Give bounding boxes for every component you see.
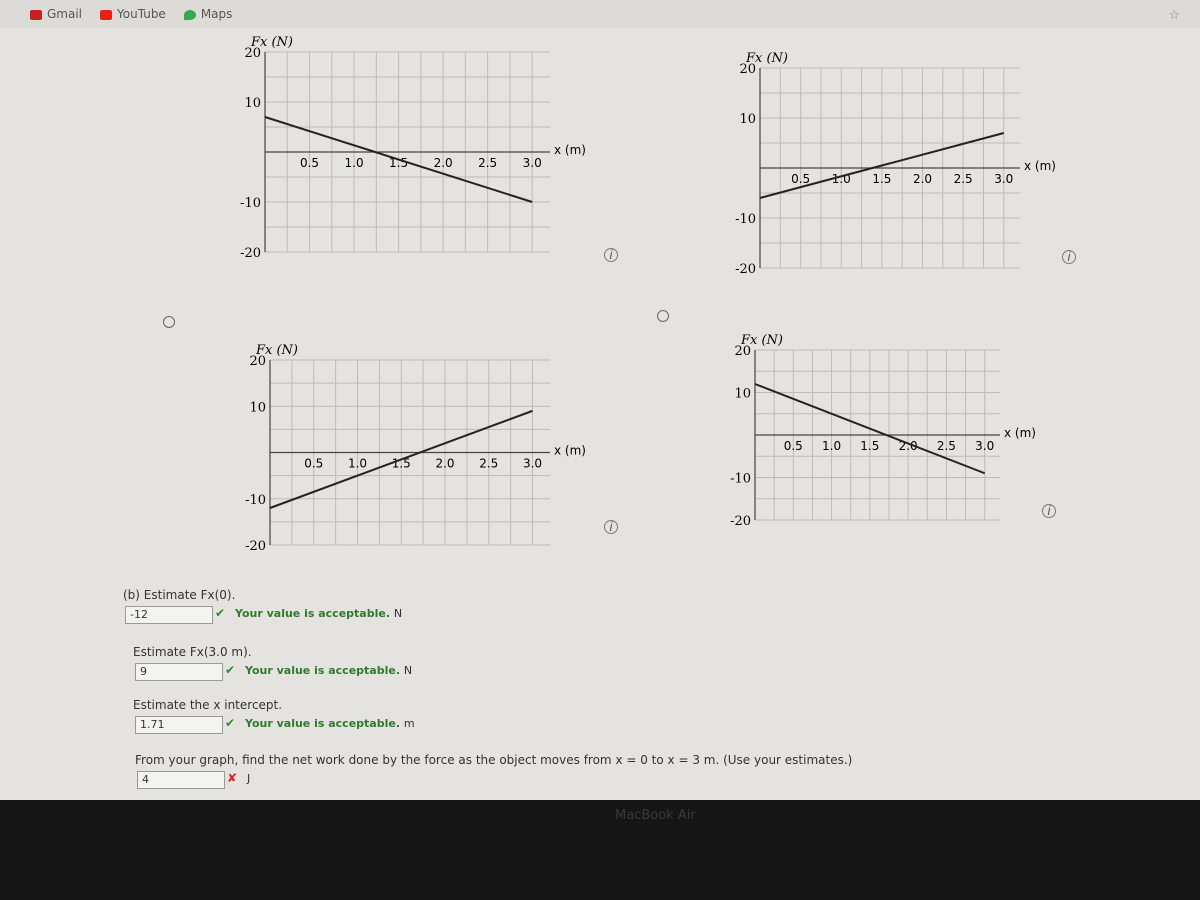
feedback: Your value is acceptable. N (245, 664, 412, 677)
x-axis-label: x (m) (1004, 426, 1036, 440)
x-tick-label: 1.0 (348, 457, 367, 471)
info-icon[interactable]: i (1062, 250, 1076, 264)
x-tick-label: 2.5 (478, 156, 497, 170)
x-tick-label: 1.0 (822, 439, 841, 453)
y-axis-label: Fx (N) (740, 333, 783, 348)
x-axis-label: x (m) (554, 143, 586, 157)
y-tick-label: -20 (730, 514, 751, 529)
x-tick-label: 1.5 (872, 172, 891, 186)
feedback: J (247, 772, 250, 785)
x-tick-label: 2.5 (479, 457, 498, 471)
feedback-text: Your value is acceptable. (245, 664, 400, 677)
check-icon: ✔ (215, 606, 226, 620)
x-tick-label: 3.0 (523, 457, 542, 471)
question-prompt: Estimate the x intercept. (133, 698, 283, 712)
x-axis-label: x (m) (554, 444, 586, 458)
y-tick-label: -20 (245, 539, 266, 554)
answer-input[interactable]: 4 (137, 771, 225, 789)
info-icon[interactable]: i (1042, 504, 1056, 518)
x-tick-label: 2.0 (435, 457, 454, 471)
y-tick-label: -20 (735, 262, 756, 277)
laptop-bezel (0, 800, 1200, 900)
feedback-text: Your value is acceptable. (235, 607, 390, 620)
unit-label: N (393, 607, 403, 620)
question-prompt: (b) Estimate Fx(0). (123, 588, 236, 602)
y-axis-label: Fx (N) (250, 35, 293, 50)
check-icon: ✔ (225, 663, 236, 677)
unit-label: J (247, 772, 251, 785)
answer-input[interactable]: 1.71 (135, 716, 223, 734)
question-prompt: Estimate Fx(3.0 m). (133, 645, 252, 659)
y-axis-label: Fx (N) (255, 343, 298, 358)
unit-label: N (403, 664, 413, 677)
info-icon[interactable]: i (604, 248, 618, 262)
check-icon: ✔ (225, 716, 236, 730)
x-tick-label: 2.5 (954, 172, 973, 186)
info-icon[interactable]: i (604, 520, 618, 534)
answer-input[interactable]: 9 (135, 663, 223, 681)
x-tick-label: 2.0 (913, 172, 932, 186)
bookmark-youtube[interactable]: YouTube (100, 7, 166, 21)
y-axis-label: Fx (N) (745, 51, 788, 66)
youtube-icon (100, 9, 113, 20)
x-tick-label: 2.0 (434, 156, 453, 170)
y-tick-label: 10 (734, 387, 751, 402)
force-graph: 2010-10-200.5 1.0 1.5 2.0 2.5 3.0Fx (N)x (m) (240, 35, 586, 261)
x-icon: ✘ (227, 771, 238, 785)
force-graph: 2010-10-200.5 1.0 1.5 2.0 2.5 3.0Fx (N)x (m) (245, 343, 586, 554)
x-tick-label: 0.5 (791, 172, 810, 186)
bookmark-gmail[interactable]: Gmail (30, 7, 82, 21)
graph-option-radio-2[interactable] (657, 310, 669, 322)
y-tick-label: -10 (730, 472, 751, 487)
force-graph: 2010-10-200.5 1.0 1.5 2.0 2.5 3.0Fx (N)x (m) (735, 51, 1056, 277)
x-tick-label: 0.5 (784, 439, 803, 453)
y-tick-label: 10 (739, 112, 756, 127)
question-prompt: From your graph, find the net work done … (135, 753, 853, 767)
bookmark-maps[interactable]: Maps (183, 7, 232, 21)
x-tick-label: 3.0 (523, 156, 542, 170)
y-tick-label: -20 (240, 246, 261, 261)
answer-input[interactable]: -12 (125, 606, 213, 624)
y-tick-label: 10 (244, 96, 261, 111)
x-tick-label: 3.0 (994, 172, 1013, 186)
maps-pin-icon (183, 9, 196, 20)
y-tick-label: -10 (735, 212, 756, 227)
x-tick-label: 0.5 (300, 156, 319, 170)
unit-label: m (403, 717, 415, 730)
x-tick-label: 1.0 (345, 156, 364, 170)
force-graph: 2010-10-200.5 1.0 1.5 2.0 2.5 3.0Fx (N)x (m) (730, 333, 1036, 529)
x-axis-label: x (m) (1024, 159, 1056, 173)
device-label: MacBook Air (615, 808, 696, 823)
feedback: Your value is acceptable. N (235, 607, 402, 620)
feedback: Your value is acceptable. m (245, 717, 415, 730)
x-tick-label: 1.5 (860, 439, 879, 453)
bookmarks-bar: Gmail YouTube Maps (0, 0, 1200, 28)
x-tick-label: 0.5 (304, 457, 323, 471)
x-tick-label: 2.5 (937, 439, 956, 453)
graph-option-radio-1[interactable] (163, 316, 175, 328)
y-tick-label: -10 (245, 493, 266, 508)
feedback-text: Your value is acceptable. (245, 717, 400, 730)
gmail-icon (30, 9, 42, 20)
x-tick-label: 3.0 (975, 439, 994, 453)
bookmark-star-icon[interactable]: ☆ (1168, 8, 1180, 23)
y-tick-label: -10 (240, 196, 261, 211)
y-tick-label: 10 (249, 400, 266, 415)
